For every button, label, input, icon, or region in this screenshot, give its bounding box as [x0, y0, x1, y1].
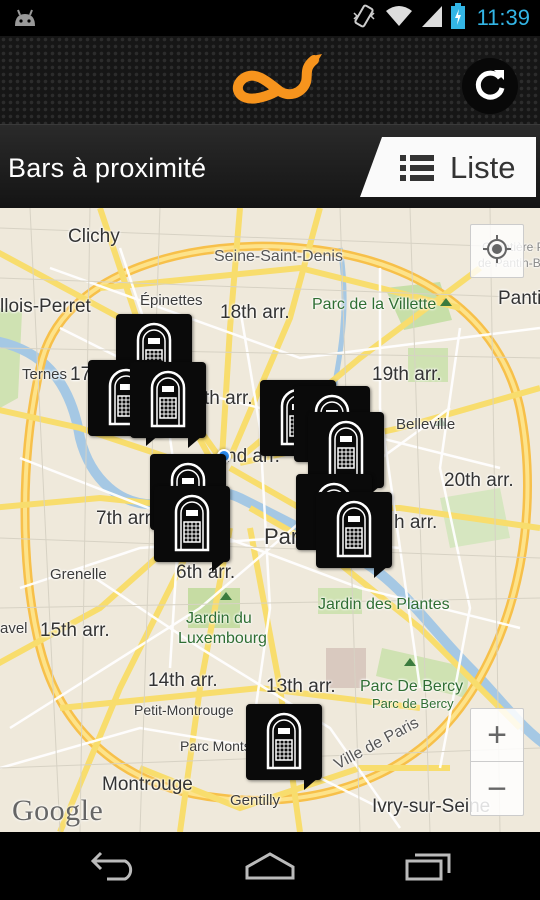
bar-marker[interactable]: [130, 362, 206, 448]
jukebox-icon: [266, 712, 302, 770]
refresh-button[interactable]: [462, 58, 518, 114]
map-label-8th-arr: th arr.: [204, 388, 253, 409]
map-label-petit-montrouge: Petit-Montrouge: [134, 702, 234, 718]
vibrate-icon: [351, 3, 377, 34]
jukebox-icon: [150, 370, 186, 428]
battery-charging-icon: [450, 2, 465, 34]
signal-icon: [421, 4, 443, 33]
map-label-belleville: Belleville: [396, 416, 456, 433]
back-icon: [87, 851, 137, 886]
map-label-15th-arr: 15th arr.: [40, 620, 110, 641]
map-label-ternes: Ternes: [22, 366, 68, 383]
map-label-seine-saint-denis: Seine-Saint-Denis: [214, 248, 343, 265]
app-logo: [228, 50, 324, 119]
clock: 11:39: [476, 5, 530, 30]
map-label-parc-de-bercy-2: Parc de Bercy: [372, 696, 454, 711]
android-icon: [12, 6, 38, 33]
home-icon: [243, 851, 297, 886]
bar-marker[interactable]: [154, 486, 230, 572]
map-label-13th-arr: 13th arr.: [266, 676, 336, 697]
back-button[interactable]: [82, 850, 142, 886]
recent-apps-icon: [403, 851, 453, 886]
zoom-out-button[interactable]: −: [471, 763, 523, 816]
map-label-pantin: Panti: [498, 288, 540, 309]
wifi-icon: [385, 4, 413, 33]
map-label-19th-arr: 19th arr.: [372, 364, 442, 385]
map-label-jardin-des-plantes: Jardin des Plantes: [318, 596, 450, 613]
navigation-bar: [0, 832, 540, 900]
locate-button[interactable]: [470, 224, 524, 278]
jukebox-icon: [328, 420, 364, 478]
jukebox-icon: [336, 500, 372, 558]
map-label-paris: Par: [264, 524, 299, 549]
bar-marker[interactable]: [316, 492, 392, 578]
map-label-parc-de-bercy-1: Parc De Bercy: [360, 678, 464, 695]
map-label-levallois: llois-Perret: [0, 296, 91, 317]
map-label-avel: avel: [0, 620, 28, 637]
map-view[interactable]: Clichy Seine-Saint-Denis llois-Perret Ép…: [0, 208, 540, 832]
app-header: [0, 36, 540, 124]
map-label-6th-arr: 6th arr.: [176, 562, 236, 583]
zoom-in-button[interactable]: +: [471, 709, 523, 762]
map-label-montrouge: Montrouge: [102, 774, 193, 795]
map-label-jardin-lux-1: Jardin du: [186, 610, 252, 627]
map-label-7th-arr: 7th arr: [96, 508, 151, 529]
page-title: Bars à proximité: [8, 153, 207, 183]
map-label-jardin-lux-2: Luxembourg: [178, 630, 267, 647]
map-label-14th-arr: 14th arr.: [148, 670, 218, 691]
list-tab[interactable]: Liste: [360, 137, 536, 197]
locate-icon: [482, 234, 512, 269]
title-bar: Bars à proximité Liste: [0, 124, 540, 208]
status-bar: 11:39: [0, 0, 540, 36]
bar-marker[interactable]: [246, 704, 322, 790]
map-label-11th-arr: h arr.: [394, 512, 438, 533]
jukebox-icon: [174, 494, 210, 552]
list-tab-label: Liste: [450, 150, 516, 185]
map-label-grenelle: Grenelle: [50, 566, 107, 583]
map-label-epinettes: Épinettes: [140, 292, 203, 309]
map-label-clichy: Clichy: [68, 226, 120, 247]
zoom-controls: + −: [470, 708, 524, 816]
home-button[interactable]: [240, 850, 300, 886]
list-icon: [400, 155, 434, 186]
google-attribution: Google: [12, 794, 104, 827]
map-label-18th-arr: 18th arr.: [220, 302, 290, 323]
map-label-parc-monts: Parc Monts: [180, 738, 251, 754]
recent-apps-button[interactable]: [398, 850, 458, 886]
map-label-villette: Parc de la Villette: [312, 296, 437, 313]
map-label-gentilly: Gentilly: [230, 792, 281, 809]
map-label-20th-arr: 20th arr.: [444, 470, 514, 491]
refresh-icon: [472, 66, 508, 107]
